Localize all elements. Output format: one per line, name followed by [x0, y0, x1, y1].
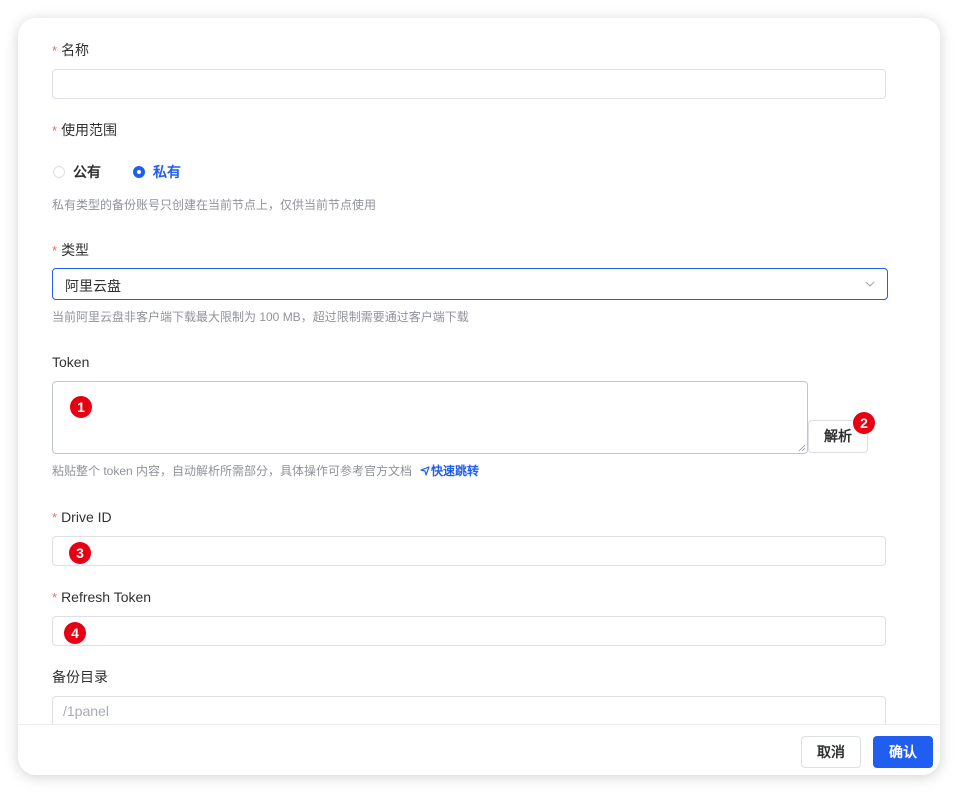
- annotation-badge-4: 4: [64, 622, 86, 644]
- refresh-token-label: * Refresh Token: [52, 589, 152, 605]
- backup-dir-label: 备份目录: [52, 669, 108, 685]
- backup-dir-placeholder: /1panel: [63, 703, 109, 719]
- drive-id-input[interactable]: [52, 536, 886, 566]
- radio-circle-icon: [53, 166, 65, 178]
- type-select-value: 阿里云盘: [65, 278, 121, 294]
- backup-dir-input[interactable]: /1panel: [52, 696, 886, 724]
- annotation-badge-1: 1: [70, 396, 92, 418]
- required-mark: *: [52, 590, 58, 605]
- type-hint: 当前阿里云盘非客户端下载最大限制为 100 MB，超过限制需要通过客户端下载: [52, 310, 469, 324]
- type-select[interactable]: 阿里云盘: [52, 268, 888, 300]
- refresh-token-input[interactable]: [52, 616, 886, 646]
- token-textarea[interactable]: [52, 381, 808, 454]
- dialog-footer: 取消 确认: [18, 724, 940, 775]
- cancel-button[interactable]: 取消: [801, 736, 861, 768]
- dialog: * 名称 * 使用范围 公有 私有 私有类型的备份账号只创建在当前节点上，仅供当前节…: [18, 18, 940, 775]
- send-arrow-icon: [420, 466, 430, 476]
- required-mark: *: [52, 243, 58, 258]
- resize-grip-icon[interactable]: [798, 444, 806, 452]
- required-mark: *: [52, 43, 58, 58]
- token-label: Token: [52, 354, 90, 370]
- annotation-badge-2: 2: [853, 412, 875, 434]
- quick-jump-link[interactable]: 快速跳转: [420, 464, 479, 478]
- name-label: * 名称: [52, 42, 90, 58]
- token-hint: 粘贴整个 token 内容，自动解析所需部分，具体操作可参考官方文档 快速跳转: [52, 464, 480, 478]
- annotation-badge-3: 3: [69, 542, 91, 564]
- confirm-button[interactable]: 确认: [873, 736, 933, 768]
- chevron-down-icon: [865, 281, 875, 287]
- scope-radio-public[interactable]: 公有: [53, 162, 101, 182]
- form-body: * 名称 * 使用范围 公有 私有 私有类型的备份账号只创建在当前节点上，仅供当前节…: [18, 18, 940, 724]
- scope-hint: 私有类型的备份账号只创建在当前节点上，仅供当前节点使用: [52, 198, 377, 212]
- scope-radio-private[interactable]: 私有: [133, 162, 181, 182]
- radio-checked-icon: [133, 166, 145, 178]
- type-label: * 类型: [52, 242, 90, 258]
- scope-label: * 使用范围: [52, 122, 118, 138]
- name-input[interactable]: [52, 69, 886, 99]
- required-mark: *: [52, 123, 58, 138]
- drive-id-label: * Drive ID: [52, 509, 112, 525]
- required-mark: *: [52, 510, 58, 525]
